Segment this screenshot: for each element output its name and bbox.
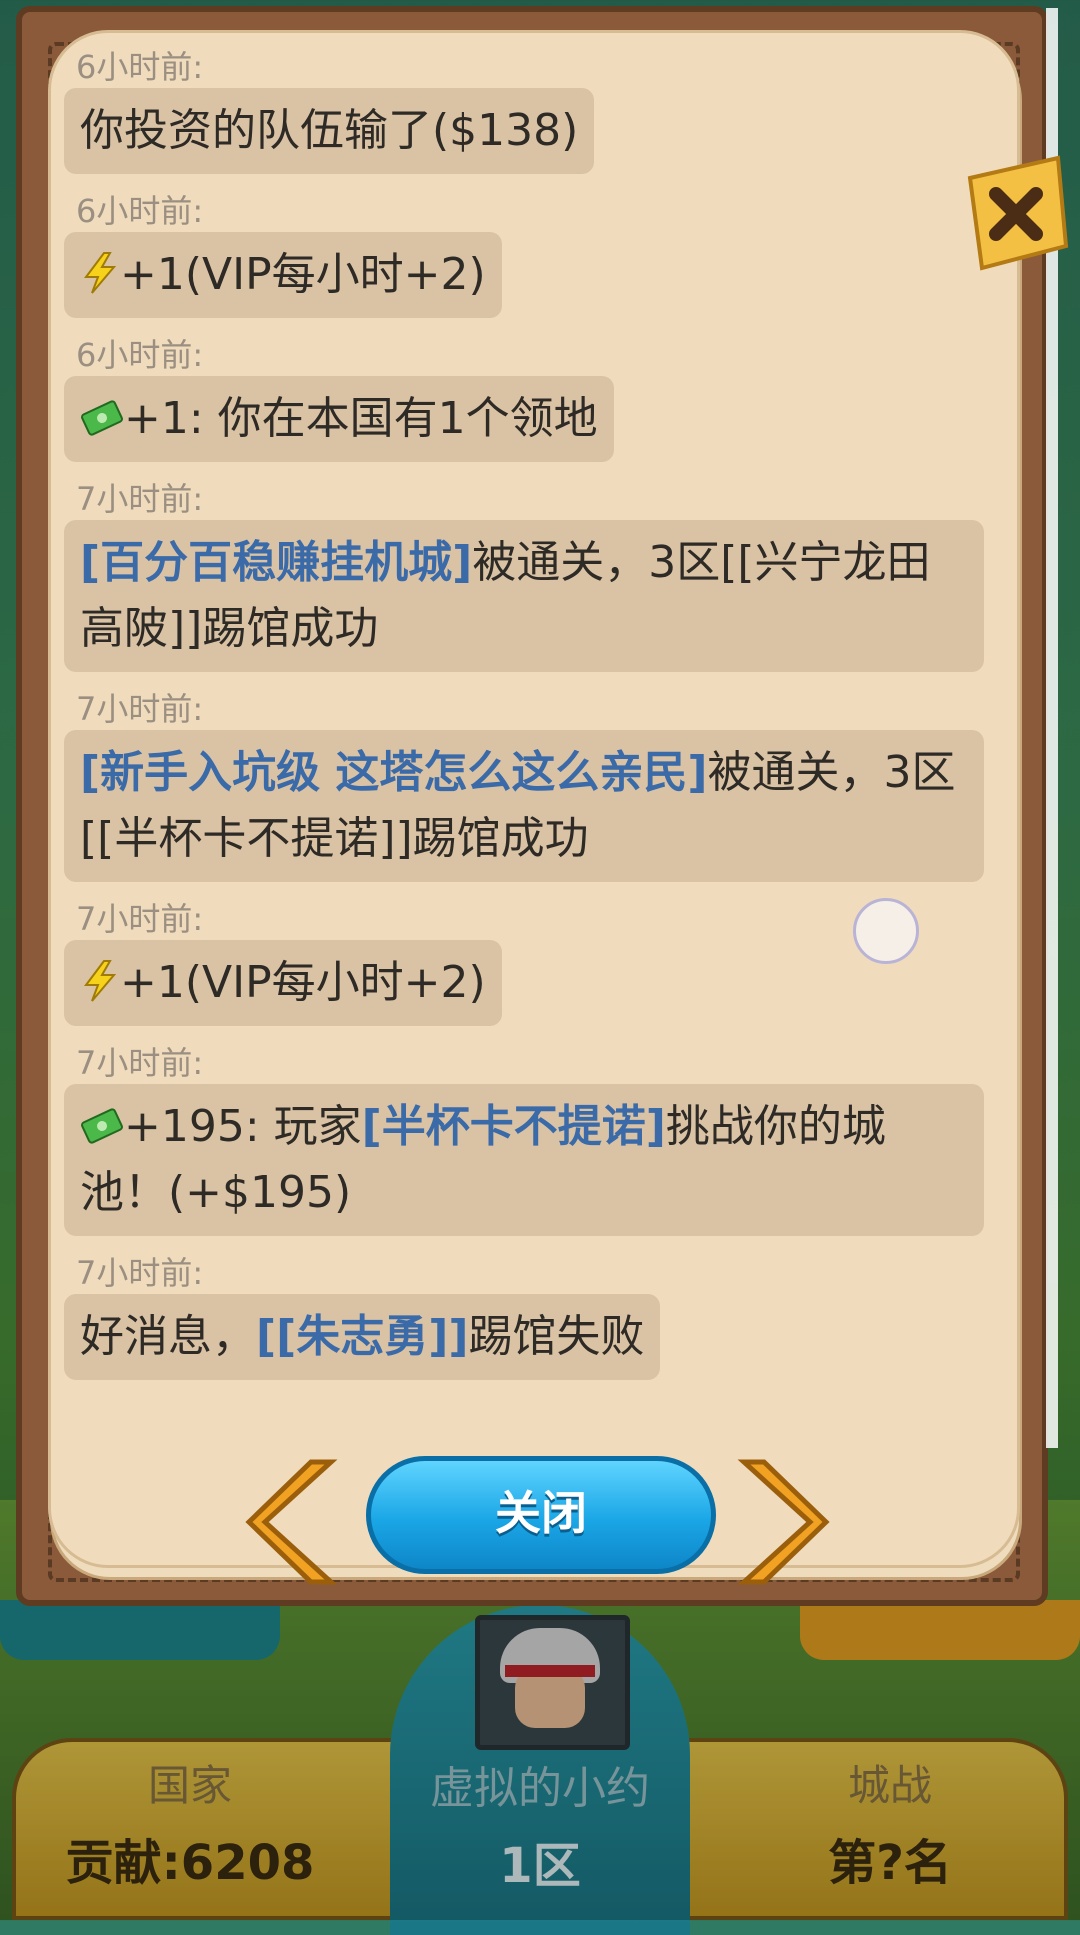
previous-page-button[interactable] (245, 1452, 345, 1592)
log-entry: 6小时前: +1(VIP每小时+2) (64, 190, 1019, 318)
next-page-button[interactable] (730, 1452, 830, 1592)
log-message: +195: 玩家[半杯卡不提诺]挑战你的城池！(+$195) (64, 1084, 984, 1236)
log-message: +1(VIP每小时+2) (64, 940, 502, 1026)
log-message-text: +1: 你在本国有1个领地 (124, 393, 598, 444)
log-message-text: 踢馆失败 (468, 1311, 645, 1362)
touch-indicator (853, 898, 919, 964)
lightning-icon (80, 956, 120, 1002)
log-timestamp: 7小时前: (76, 1044, 204, 1082)
log-message: +1: 你在本国有1个领地 (64, 376, 614, 462)
log-timestamp: 7小时前: (76, 690, 204, 728)
log-message-text: +195: 玩家 (124, 1101, 362, 1152)
log-entry: 7小时前: +195: 玩家[半杯卡不提诺]挑战你的城池！(+$195) (64, 1042, 1019, 1236)
close-icon[interactable] (962, 150, 1074, 280)
log-message: [新手入坑级 这塔怎么这么亲民]被通关，3区[[半杯卡不提诺]]踢馆成功 (64, 730, 984, 882)
lightning-icon (80, 248, 120, 294)
log-timestamp: 7小时前: (76, 1254, 204, 1292)
log-entry: 7小时前: [新手入坑级 这塔怎么这么亲民]被通关，3区[[半杯卡不提诺]]踢馆成… (64, 688, 1019, 882)
log-message-link[interactable]: [[朱志勇]] (256, 1311, 468, 1362)
log-timestamp: 6小时前: (76, 336, 204, 374)
log-timestamp: 6小时前: (76, 48, 204, 86)
log-entry: 6小时前: 你投资的队伍输了($138) (64, 46, 1019, 174)
log-message-text: +1(VIP每小时+2) (120, 957, 486, 1008)
log-message: +1(VIP每小时+2) (64, 232, 502, 318)
log-message: [百分百稳赚挂机城]被通关，3区[[兴宁龙田高陂]]踢馆成功 (64, 520, 984, 672)
log-timestamp: 6小时前: (76, 192, 204, 230)
log-message-text: +1(VIP每小时+2) (120, 249, 486, 300)
log-message-link[interactable]: [百分百稳赚挂机城] (80, 537, 472, 588)
log-entry: 7小时前: [百分百稳赚挂机城]被通关，3区[[兴宁龙田高陂]]踢馆成功 (64, 478, 1019, 672)
log-timestamp: 7小时前: (76, 480, 204, 518)
log-message-link[interactable]: [新手入坑级 这塔怎么这么亲民] (80, 747, 708, 798)
close-button[interactable]: 关闭 (366, 1456, 716, 1574)
log-entry: 6小时前: +1: 你在本国有1个领地 (64, 334, 1019, 462)
log-message: 你投资的队伍输了($138) (64, 88, 595, 174)
log-message-text: 你投资的队伍输了($138) (80, 105, 579, 156)
log-entry: 7小时前: 好消息，[[朱志勇]]踢馆失败 (64, 1252, 1019, 1380)
cash-icon (80, 392, 124, 436)
log-message-link[interactable]: [半杯卡不提诺] (362, 1101, 666, 1152)
log-message: 好消息，[[朱志勇]]踢馆失败 (64, 1294, 661, 1380)
message-log-list[interactable]: 6小时前: 你投资的队伍输了($138) 6小时前: +1(VIP每小时+2) 6小时前… (64, 46, 1019, 1396)
cash-icon (80, 1100, 124, 1144)
log-message-text: 好消息， (80, 1311, 256, 1362)
